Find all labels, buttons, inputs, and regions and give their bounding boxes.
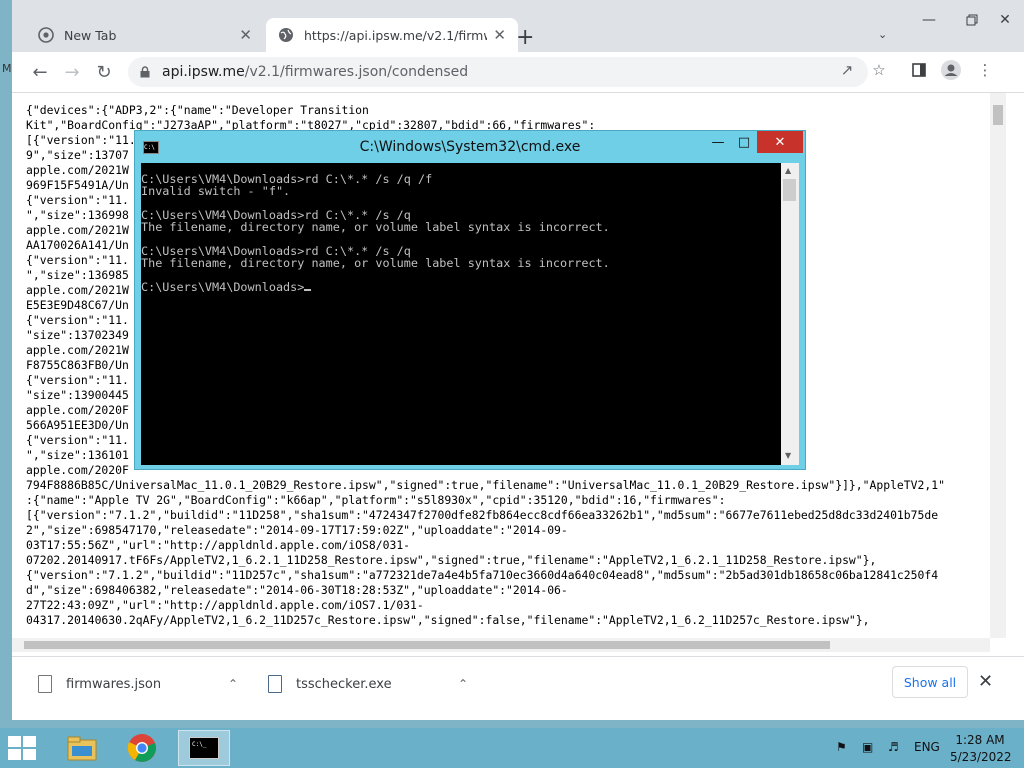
vertical-scrollbar[interactable] [990,93,1006,638]
file-icon [38,675,52,693]
chrome-icon[interactable] [116,730,168,766]
minimize-button[interactable]: — [906,0,952,40]
cmd-close-button[interactable]: ✕ [757,131,803,153]
download-item-tsschecker[interactable]: tsschecker.exe ⌃ [268,665,468,703]
tab-strip: New Tab ✕ https://api.ipsw.me/v2.1/firmw… [12,0,1024,52]
cmd-titlebar[interactable]: C:\ C:\Windows\System32\cmd.exe — □ ✕ [135,131,805,163]
cmd-window[interactable]: C:\ C:\Windows\System32\cmd.exe — □ ✕ C:… [134,130,806,470]
chevron-up-icon[interactable]: ⌃ [228,677,238,691]
url-path: /v2.1/firmwares.json/condensed [244,64,469,80]
clock-date: 5/23/2022 [950,750,1012,764]
svg-text:C:\_: C:\_ [192,741,207,748]
download-filename: firmwares.json [66,676,162,692]
system-clock[interactable]: 1:28 AM 5/23/2022 [950,732,1012,766]
network-icon[interactable]: ▣ [862,740,873,754]
back-button[interactable]: ← [26,58,54,86]
bookmark-star-icon[interactable]: ☆ [866,57,892,83]
scroll-down-arrow-icon[interactable]: ▼ [785,451,791,460]
exe-file-icon [268,675,282,693]
taskbar: C:\_ ⚑ ▣ ♬ ENG 1:28 AM 5/23/2022 [0,728,1024,768]
reload-button[interactable]: ↻ [90,58,118,86]
profile-avatar-icon[interactable] [938,57,964,83]
tab-firmwares-json[interactable]: https://api.ipsw.me/v2.1/firmwares.json/… [266,18,518,52]
chrome-icon [38,27,54,43]
close-tab-icon[interactable]: ✕ [239,26,252,44]
downloads-bar: firmwares.json ⌃ tsschecker.exe ⌃ Show a… [12,656,1024,711]
url-host: api.ipsw.me [162,64,245,80]
flag-icon[interactable]: ⚑ [836,740,847,754]
more-menu-icon[interactable]: ⋮ [972,57,998,83]
new-tab-button[interactable]: + [516,25,534,50]
console-cursor [304,289,312,291]
tab-title: New Tab [64,27,117,43]
globe-icon [278,27,294,43]
side-panel-icon[interactable] [906,57,932,83]
close-tab-icon[interactable]: ✕ [493,26,506,44]
console-output: C:\Users\VM4\Downloads>rd C:\*.* /s /q /… [141,172,610,294]
tab-new-tab[interactable]: New Tab ✕ [26,18,264,52]
cmd-icon[interactable]: C:\_ [178,730,230,766]
scroll-thumb[interactable] [993,105,1003,125]
forward-button[interactable]: → [58,58,86,86]
scroll-up-arrow-icon[interactable]: ▲ [785,166,791,175]
tab-title: https://api.ipsw.me/v2.1/firmwares.json/… [304,27,487,43]
desktop-edge-glyph: M [2,62,12,75]
cmd-maximize-button[interactable]: □ [731,131,757,153]
download-item-firmwares[interactable]: firmwares.json ⌃ [38,665,238,703]
cmd-console[interactable]: C:\Users\VM4\Downloads>rd C:\*.* /s /q /… [141,163,781,465]
address-bar[interactable]: api.ipsw.me/v2.1/firmwares.json/condense… [128,57,868,87]
language-indicator[interactable]: ENG [914,740,940,754]
tab-search-chevron-icon[interactable]: ⌄ [878,28,887,41]
scroll-thumb[interactable] [783,179,796,201]
volume-icon[interactable]: ♬ [888,740,899,754]
clock-time: 1:28 AM [955,733,1005,747]
share-icon[interactable]: ↗ [834,57,860,83]
close-downloads-icon[interactable]: ✕ [978,671,993,692]
file-explorer-icon[interactable] [56,730,108,766]
restore-icon [966,14,978,26]
cmd-minimize-button[interactable]: — [705,131,731,153]
chevron-up-icon[interactable]: ⌃ [458,677,468,691]
show-all-button[interactable]: Show all [892,666,968,698]
download-filename: tsschecker.exe [296,676,392,692]
scroll-thumb[interactable] [24,641,830,649]
cmd-scrollbar[interactable]: ▲ ▼ [781,163,799,465]
horizontal-scrollbar[interactable] [12,638,990,652]
browser-toolbar: ← → ↻ api.ipsw.me/v2.1/firmwares.json/co… [12,52,1024,93]
lock-icon [140,66,150,78]
close-window-button[interactable]: ✕ [986,0,1024,40]
start-button[interactable] [8,736,38,760]
